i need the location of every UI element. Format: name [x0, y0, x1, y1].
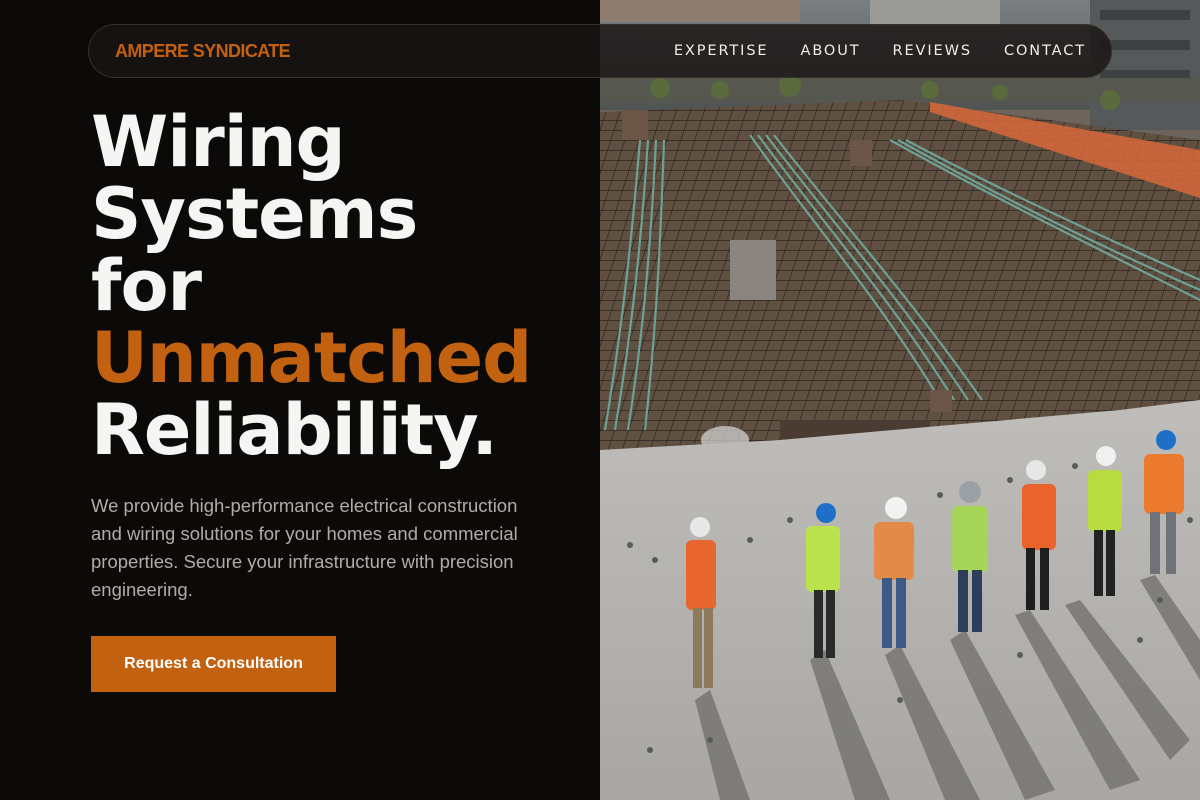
hero-title-line-5: Reliability.: [91, 389, 498, 471]
hero-title-accent: Unmatched: [91, 317, 532, 399]
nav-link-reviews[interactable]: REVIEWS: [893, 43, 972, 59]
nav-links: EXPERTISE ABOUT REVIEWS CONTACT: [674, 43, 1086, 59]
hero-description: We provide high-performance electrical c…: [91, 495, 518, 600]
nav-link-about[interactable]: ABOUT: [801, 43, 861, 59]
brand-logo[interactable]: AMPERE SYNDICATE: [115, 41, 291, 62]
hero-photo: [600, 0, 1200, 800]
request-consultation-button[interactable]: Request a Consultation: [91, 636, 336, 692]
nav-link-expertise[interactable]: EXPERTISE: [674, 43, 769, 59]
top-navbar: AMPERE SYNDICATE EXPERTISE ABOUT REVIEWS…: [88, 24, 1112, 78]
hero-title-line-1: Wiring: [91, 101, 346, 183]
hero-title-line-3: for: [91, 245, 202, 327]
hero-title: Wiring Systems for Unmatched Reliability…: [91, 101, 532, 471]
hero-title-line-2: Systems: [91, 173, 418, 255]
nav-link-contact[interactable]: CONTACT: [1004, 43, 1086, 59]
